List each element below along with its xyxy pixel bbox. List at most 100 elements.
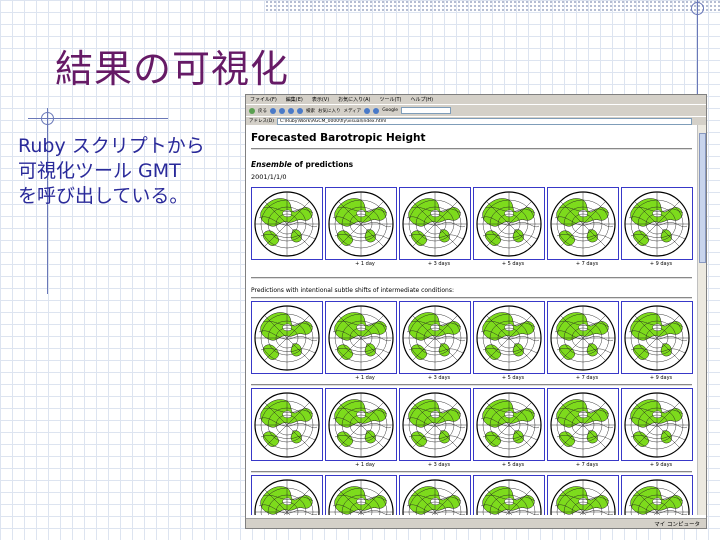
address-label: アドレス(D) <box>249 119 274 124</box>
globe-map-initial <box>251 388 323 461</box>
forecast-date: 2001/1/1/0 <box>251 173 287 181</box>
page-title: Forecasted Barotropic Height <box>251 132 426 144</box>
globe-map-initial <box>251 475 323 515</box>
google-label: Google <box>382 108 399 113</box>
address-field[interactable]: C:\Ruby\Work\AGCM_0000\fly\visual\index.… <box>276 117 692 125</box>
day-label: + 7 days <box>575 375 599 381</box>
globe-map <box>325 301 397 374</box>
ensemble-heading-italic: Ensemble <box>251 160 292 169</box>
status-zone: マイ コンピュータ <box>654 522 700 528</box>
globe-map <box>473 475 545 515</box>
globe-map <box>547 301 619 374</box>
divider <box>251 148 692 150</box>
stop-icon[interactable] <box>279 107 285 114</box>
globe-map-icon <box>623 478 691 516</box>
day-label: + 7 days <box>575 261 599 267</box>
globe-map <box>325 475 397 515</box>
day-label: + 7 days <box>575 462 599 468</box>
day-label-row: + 1 day + 3 days + 5 days + 7 days + 9 d… <box>251 461 698 471</box>
globe-row <box>251 301 698 374</box>
media-button[interactable]: メディア <box>344 108 362 114</box>
day-label: + 3 days <box>427 462 451 468</box>
day-label: + 1 day <box>355 462 375 468</box>
top-decoration <box>265 0 720 12</box>
google-search-input[interactable] <box>401 107 452 114</box>
browser-menubar: ファイル(F) 編集(E) 表示(V) お気に入り(A) ツール(T) ヘルプ(… <box>246 95 706 104</box>
favorites-button[interactable]: お気に入り <box>318 108 341 114</box>
globe-map-icon <box>623 391 691 459</box>
globe-row <box>251 388 698 461</box>
divider <box>251 277 692 279</box>
globe-map-icon <box>327 304 395 372</box>
globe-map <box>399 475 471 515</box>
globe-map <box>621 301 693 374</box>
menu-favorites[interactable]: お気に入り(A) <box>338 96 370 103</box>
globe-map <box>621 475 693 515</box>
globe-map-icon <box>253 304 321 372</box>
day-label: + 9 days <box>649 375 673 381</box>
globe-row <box>251 187 698 260</box>
menu-help[interactable]: ヘルプ(H) <box>410 96 433 103</box>
back-button[interactable]: 戻る <box>258 108 267 114</box>
decorative-circle <box>691 2 704 15</box>
day-label-empty <box>251 461 323 471</box>
back-icon[interactable] <box>249 107 255 114</box>
decorative-line <box>697 0 698 100</box>
globe-map-icon <box>401 391 469 459</box>
day-label: + 3 days <box>427 261 451 267</box>
divider <box>251 471 692 473</box>
day-label-row: + 1 day + 3 days + 5 days + 7 days + 9 d… <box>251 374 698 384</box>
day-label-empty <box>251 374 323 384</box>
globe-map-icon <box>475 190 543 258</box>
globe-map-icon <box>253 478 321 516</box>
globe-map-initial <box>251 301 323 374</box>
browser-toolbar: 戻る 検索 お気に入り メディア Google <box>246 104 706 116</box>
globe-map <box>325 388 397 461</box>
globe-map-icon <box>623 304 691 372</box>
section-description: Predictions with intentional subtle shif… <box>251 287 454 294</box>
scrollbar-thumb[interactable] <box>699 133 706 263</box>
slide-title: 結果の可視化 <box>55 47 290 91</box>
globe-map-icon <box>327 391 395 459</box>
globe-map <box>547 187 619 260</box>
menu-edit[interactable]: 編集(E) <box>286 96 303 103</box>
home-icon[interactable] <box>297 107 303 114</box>
history-icon[interactable] <box>364 107 371 114</box>
day-label: + 5 days <box>501 375 525 381</box>
slide-body-text: Ruby スクリプトから 可視化ツール GMT を呼び出している。 <box>18 135 205 207</box>
menu-tools[interactable]: ツール(T) <box>380 96 402 103</box>
ensemble-heading-rest: of predictions <box>291 160 354 169</box>
status-bar: マイ コンピュータ <box>246 518 706 528</box>
globe-map <box>399 388 471 461</box>
day-label-empty <box>251 260 323 270</box>
globe-map <box>547 475 619 515</box>
menu-file[interactable]: ファイル(F) <box>250 96 277 103</box>
divider <box>251 297 692 299</box>
globe-map-icon <box>327 478 395 516</box>
refresh-icon[interactable] <box>288 107 294 114</box>
globe-map-icon <box>475 304 543 372</box>
globe-map <box>547 388 619 461</box>
vertical-scrollbar[interactable] <box>697 125 706 515</box>
globe-map <box>473 187 545 260</box>
mail-icon[interactable] <box>373 107 380 114</box>
day-label: + 5 days <box>501 261 525 267</box>
globe-map-icon <box>401 304 469 372</box>
decorative-circle <box>41 112 54 125</box>
day-label: + 9 days <box>649 462 673 468</box>
globe-map <box>473 301 545 374</box>
globe-map <box>399 187 471 260</box>
globe-map-icon <box>401 478 469 516</box>
menu-view[interactable]: 表示(V) <box>312 96 329 103</box>
page-content: Forecasted Barotropic Height Ensemble of… <box>246 125 698 515</box>
globe-map-initial <box>251 187 323 260</box>
globe-map-icon <box>549 190 617 258</box>
globe-map <box>473 388 545 461</box>
ensemble-heading: Ensemble of predictions <box>251 160 698 172</box>
globe-map <box>399 301 471 374</box>
search-button[interactable]: 検索 <box>306 108 315 114</box>
globe-map-icon <box>401 190 469 258</box>
forward-icon[interactable] <box>270 107 276 114</box>
globe-map-icon <box>253 391 321 459</box>
globe-map-icon <box>253 190 321 258</box>
